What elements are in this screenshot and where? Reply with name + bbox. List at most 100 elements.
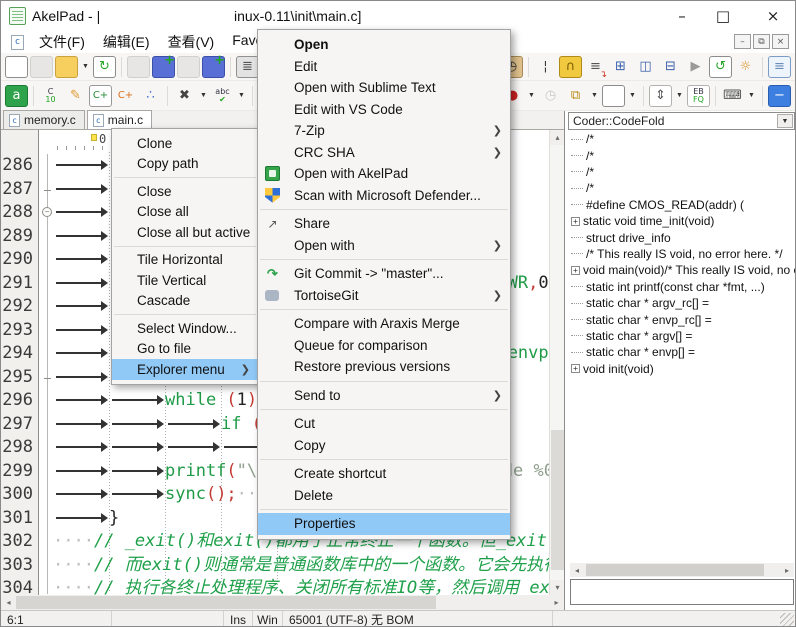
fold-collapse-icon[interactable]: −: [42, 207, 52, 217]
sessions-dropdown[interactable]: ▼: [589, 85, 600, 107]
akelpad-plugin-icon[interactable]: a: [5, 85, 28, 107]
expand-plus-icon[interactable]: +: [571, 364, 580, 373]
codefold-item[interactable]: static char * envp[] =: [571, 344, 695, 360]
menu-item-copy[interactable]: Copy: [258, 435, 510, 457]
menu-item-0[interactable]: 文件(F): [30, 30, 94, 54]
menu-item-close-all[interactable]: Close all: [112, 202, 258, 223]
menu-item-restore-previous-versions[interactable]: Restore previous versions: [258, 356, 510, 378]
codefold-item[interactable]: /*: [571, 180, 594, 196]
menu-item-cut[interactable]: Cut: [258, 413, 510, 435]
save-as-icon[interactable]: +: [202, 56, 225, 78]
document-icon[interactable]: c: [11, 35, 24, 50]
codefold-item[interactable]: /*: [571, 131, 594, 147]
scroll-down-arrow[interactable]: ▾: [550, 580, 564, 595]
autocomplete-icon[interactable]: C+: [114, 85, 137, 107]
scroll-sync-icon[interactable]: ⇕: [649, 85, 672, 107]
keyboard-dropdown[interactable]: ▼: [746, 85, 757, 107]
codefold-item[interactable]: static char * envp_rc[] =: [571, 311, 712, 327]
menu-item-cascade[interactable]: Cascade: [112, 291, 258, 312]
menu-item-edit[interactable]: Edit: [258, 56, 510, 78]
menu-item-2[interactable]: 查看(V): [159, 30, 224, 54]
menu-item-properties[interactable]: Properties: [258, 513, 510, 535]
tags-structure-icon[interactable]: ∴: [139, 85, 162, 107]
menu-item-crc-sha[interactable]: CRC SHA❯: [258, 142, 510, 164]
codefold-item[interactable]: #define CMOS_READ(addr) (: [571, 197, 744, 213]
scroll-right-arrow[interactable]: ▸: [549, 595, 564, 610]
editor-vertical-scrollbar[interactable]: ▴ ▾: [549, 130, 564, 595]
editor-horizontal-scrollbar[interactable]: ◂ ▸: [1, 595, 564, 610]
run-play-icon[interactable]: ▶: [684, 56, 707, 78]
menu-item-1[interactable]: 编辑(E): [94, 30, 159, 54]
menu-item-open-with-akelpad[interactable]: Open with AkelPad: [258, 163, 510, 185]
codefold-item[interactable]: /*: [571, 164, 594, 180]
codefold-filter-box[interactable]: [570, 579, 794, 605]
menu-item-queue-for-comparison[interactable]: Queue for comparison: [258, 335, 510, 357]
invert-dropdown[interactable]: ▼: [198, 85, 209, 107]
marker-pen-icon[interactable]: ✎: [64, 85, 87, 107]
tab-memory.c[interactable]: cmemory.c: [3, 110, 85, 129]
readonly-lock-icon[interactable]: ∩: [559, 56, 582, 78]
menu-item-edit-with-vs-code[interactable]: Edit with VS Code: [258, 99, 510, 121]
menu-item-select-window[interactable]: Select Window...: [112, 318, 258, 339]
menu-item-explorer-menu[interactable]: Explorer menu❯: [112, 359, 258, 380]
menu-item-git-commit-master[interactable]: ↷Git Commit -> "master"...: [258, 263, 510, 285]
settings-gear-icon[interactable]: ☼: [734, 56, 757, 78]
menu-item-tortoisegit[interactable]: TortoiseGit❯: [258, 285, 510, 307]
menu-item-open-with[interactable]: Open with❯: [258, 235, 510, 257]
notes-icon[interactable]: ≡: [768, 56, 791, 78]
tab-main.c[interactable]: cmain.c: [87, 110, 152, 129]
vertical-scroll-thumb[interactable]: [551, 430, 564, 570]
codefold-item[interactable]: static int printf(const char *fmt, ...): [571, 279, 765, 295]
codefold-scroll-thumb[interactable]: [586, 564, 764, 576]
codefold-item[interactable]: +void main(void)/* This really IS void, …: [571, 262, 796, 278]
split-window-icon[interactable]: ⊞: [609, 56, 632, 78]
maximize-button[interactable]: □: [701, 1, 745, 30]
codefold-item[interactable]: struct drive_info: [571, 229, 671, 245]
expand-plus-icon[interactable]: +: [571, 217, 580, 226]
menu-item-open[interactable]: Open: [258, 34, 510, 56]
expand-plus-icon[interactable]: +: [571, 266, 580, 275]
mdi-close-button[interactable]: ×: [772, 34, 789, 49]
save-all-icon[interactable]: +: [152, 56, 175, 78]
scroll-up-arrow[interactable]: ▴: [550, 130, 564, 145]
open-file-icon[interactable]: [55, 56, 78, 78]
menu-item-compare-with-araxis-merge[interactable]: Compare with Araxis Merge: [258, 313, 510, 335]
save-copy-icon[interactable]: [177, 56, 200, 78]
menu-item-copy-path[interactable]: Copy path: [112, 154, 258, 175]
menu-item-tile-horizontal[interactable]: Tile Horizontal: [112, 250, 258, 271]
codefold-item[interactable]: static char * argv_rc[] =: [571, 295, 709, 311]
qsearch-icon[interactable]: EBFQ: [687, 85, 710, 107]
spellcheck-icon[interactable]: abc✔: [211, 85, 234, 107]
codefold-item[interactable]: static char * argv[] =: [571, 328, 692, 344]
mdi-minimize-button[interactable]: –: [734, 34, 751, 49]
menu-item-open-with-sublime-text[interactable]: Open with Sublime Text: [258, 77, 510, 99]
codefold-header-combobox[interactable]: Coder::CodeFold ▼: [568, 112, 795, 130]
caret-mark-icon[interactable]: ¦: [534, 56, 557, 78]
coder-highlight-icon[interactable]: C10: [39, 85, 62, 107]
word-wrap-icon[interactable]: ≡↴: [584, 56, 607, 78]
menu-item-close[interactable]: Close: [112, 181, 258, 202]
codefold-item[interactable]: +void init(void): [571, 361, 654, 377]
close-button[interactable]: ×: [751, 1, 795, 30]
resize-grip[interactable]: [780, 613, 794, 627]
chevron-down-icon[interactable]: ▼: [777, 114, 793, 128]
mdi-restore-button[interactable]: ⧉: [753, 34, 770, 49]
sessions-lock-icon[interactable]: ⧉: [564, 85, 587, 107]
scroll-left-arrow[interactable]: ◂: [570, 563, 584, 577]
horizontal-scroll-thumb[interactable]: [16, 596, 436, 609]
recent-caret-icon[interactable]: ◷: [539, 85, 562, 107]
invert-selection-icon[interactable]: ✖: [173, 85, 196, 107]
menu-item-7-zip[interactable]: 7-Zip❯: [258, 120, 510, 142]
minimize-button[interactable]: –: [660, 1, 704, 30]
new-file-icon[interactable]: [5, 56, 28, 78]
scroll-dropdown[interactable]: ▼: [674, 85, 685, 107]
menu-item-close-all-but-active[interactable]: Close all but active: [112, 222, 258, 243]
print-icon[interactable]: ≣: [236, 56, 259, 78]
menu-item-share[interactable]: ↗Share: [258, 213, 510, 235]
reopen-file-icon[interactable]: ↻: [93, 56, 116, 78]
codefold-item[interactable]: /* This really IS void, no error here. *…: [571, 246, 783, 262]
templates-icon[interactable]: [602, 85, 625, 107]
scroll-left-arrow[interactable]: ◂: [1, 595, 16, 610]
menu-item-create-shortcut[interactable]: Create shortcut: [258, 463, 510, 485]
templates-dropdown[interactable]: ▼: [627, 85, 638, 107]
